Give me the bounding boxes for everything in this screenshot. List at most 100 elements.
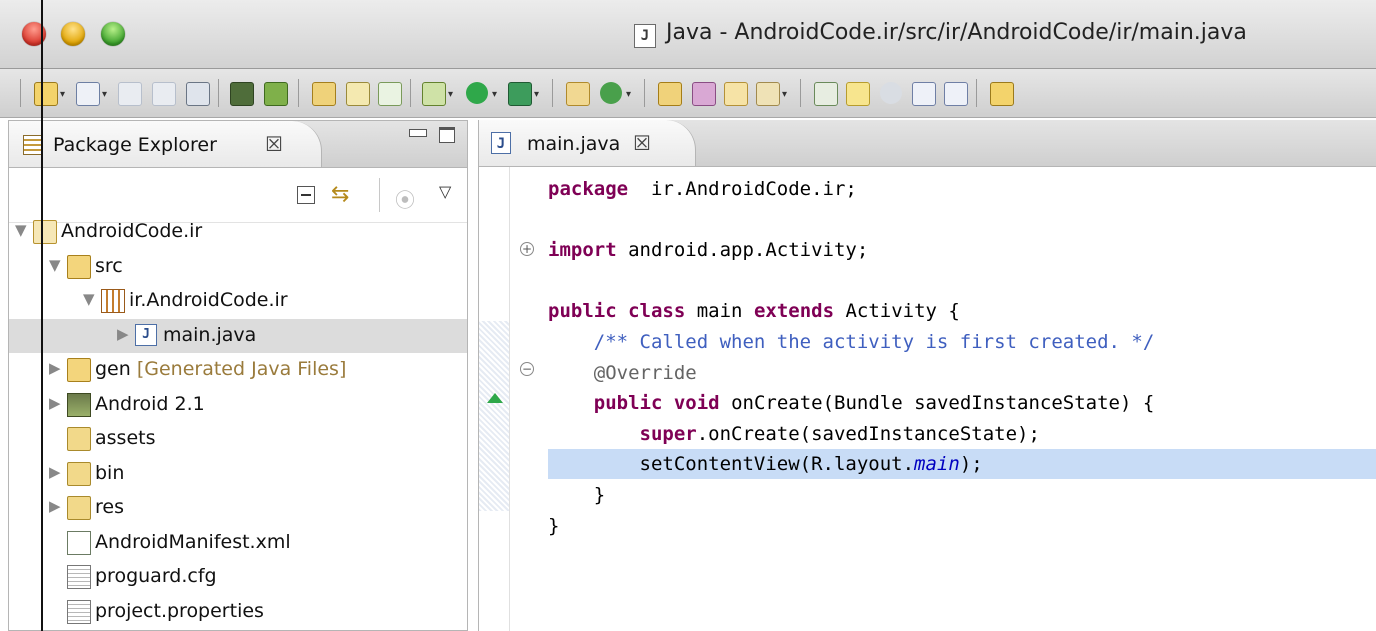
minimize-view-icon[interactable] (409, 129, 427, 137)
open-perspective-icon[interactable] (756, 82, 780, 106)
collapsed-twisty-icon[interactable]: ▶ (117, 325, 129, 343)
toolbar-separator (298, 79, 299, 107)
xml-file-icon (67, 530, 91, 555)
method-range-indicator (479, 321, 509, 511)
view-menu-icon[interactable]: ▽ (439, 182, 451, 201)
show-source-icon[interactable] (912, 82, 936, 106)
code-token: main (914, 453, 960, 476)
link-with-editor-icon[interactable]: ⇆ (331, 182, 349, 207)
toolbar-separator (644, 79, 645, 107)
maximize-view-icon[interactable] (439, 127, 455, 143)
open-type-icon[interactable] (658, 82, 682, 106)
expanded-twisty-icon[interactable]: ▼ (15, 221, 27, 239)
chevron-down-icon[interactable]: ▾ (626, 89, 631, 100)
project-icon (33, 220, 57, 244)
debug-icon[interactable] (422, 82, 446, 106)
tree-item[interactable]: ▼ src (9, 250, 467, 284)
tab-label: main.java (527, 133, 621, 155)
new-java-class-icon[interactable] (600, 82, 622, 104)
new-android-project-icon[interactable] (76, 82, 100, 106)
code-token: class (628, 300, 686, 323)
collapsed-twisty-icon[interactable]: ▶ (49, 463, 61, 481)
close-icon[interactable]: ☒ (265, 132, 283, 156)
code-line: import android.app.Activity; (548, 235, 868, 265)
chevron-down-icon[interactable]: ▾ (534, 89, 539, 100)
new-icon[interactable] (34, 82, 58, 106)
collapse-fold-icon[interactable]: − (520, 362, 534, 376)
library-icon (67, 392, 91, 417)
android-avd-manager-icon[interactable] (264, 82, 288, 106)
override-marker-icon[interactable] (487, 393, 503, 403)
tree-item[interactable]: proguard.cfg (9, 560, 467, 594)
show-whitespace-icon[interactable] (944, 82, 968, 106)
toolbar-separator (410, 79, 411, 107)
close-icon[interactable]: ☒ (633, 131, 651, 155)
new-class-icon[interactable] (378, 82, 402, 106)
tree-item[interactable]: ▶ Android 2.1 (9, 388, 467, 422)
code-line: /** Called when the activity is first cr… (548, 327, 1155, 357)
chevron-down-icon[interactable]: ▾ (102, 89, 107, 100)
chevron-down-icon[interactable]: ▾ (60, 89, 65, 100)
chevron-down-icon[interactable]: ▾ (492, 89, 497, 100)
expanded-twisty-icon[interactable]: ▼ (83, 290, 95, 308)
folder-icon (67, 461, 91, 486)
zoom-window-button[interactable] (101, 22, 125, 46)
new-package-icon[interactable] (566, 82, 590, 106)
collapsed-twisty-icon[interactable]: ▶ (49, 497, 61, 515)
save-icon[interactable] (118, 82, 142, 106)
tree-item-label: bin (95, 461, 125, 484)
run-icon[interactable] (466, 82, 488, 104)
focus-on-task-icon[interactable]: ⦿ (395, 184, 415, 213)
code-token: public (548, 300, 617, 323)
chevron-down-icon[interactable]: ▾ (782, 89, 787, 100)
toggle-breadcrumb-icon[interactable] (814, 82, 838, 106)
tree-item[interactable]: ▼ AndroidCode.ir (9, 215, 467, 249)
tree-item[interactable]: AndroidManifest.xml (9, 526, 467, 560)
tree-item[interactable]: ▶ bin (9, 457, 467, 491)
collapsed-twisty-icon[interactable]: ▶ (49, 359, 61, 377)
java-file-icon: J (135, 323, 157, 346)
next-annotation-icon[interactable] (990, 82, 1014, 106)
code-token: ); (959, 453, 983, 476)
expanded-twisty-icon[interactable]: ▼ (49, 256, 61, 274)
save-all-icon[interactable] (152, 82, 176, 106)
code-line: public void onCreate(Bundle savedInstanc… (548, 388, 1155, 418)
external-tools-icon[interactable] (508, 82, 532, 106)
block-selection-icon[interactable] (880, 82, 902, 104)
open-task-icon[interactable] (692, 82, 716, 106)
tab-label: Package Explorer (53, 134, 217, 156)
code-line: super.onCreate(savedInstanceState); (548, 419, 1040, 449)
tree-item[interactable]: project.properties (9, 595, 467, 629)
tree-item[interactable]: ▶ Jmain.java (9, 318, 467, 353)
code-token: package (548, 178, 629, 200)
code-token: public (593, 392, 663, 415)
toggle-mark-occurrences-icon[interactable] (846, 82, 870, 106)
new-junit-icon[interactable] (346, 82, 370, 106)
tree-item[interactable]: assets (9, 422, 467, 456)
tab-package-explorer[interactable]: Package Explorer ☒ (9, 121, 322, 167)
new-java-project-icon[interactable] (312, 82, 336, 106)
toolbar-separator (976, 79, 977, 107)
tree-item[interactable]: ▶ res (9, 491, 467, 525)
chevron-down-icon[interactable]: ▾ (448, 89, 453, 100)
code-token: } (548, 484, 606, 506)
code-token: } (548, 514, 560, 537)
collapse-all-icon[interactable] (297, 186, 315, 204)
code-token: void (673, 392, 720, 415)
java-file-icon: J (634, 24, 656, 48)
code-line: @Override (548, 358, 697, 388)
collapsed-twisty-icon[interactable]: ▶ (49, 394, 61, 412)
folder-icon (67, 427, 91, 451)
tab-main-java[interactable]: J main.java ☒ (479, 120, 696, 166)
tree-item[interactable]: ▶ gen [Generated Java Files] (9, 353, 467, 387)
android-sdk-manager-icon[interactable] (230, 82, 254, 106)
print-icon[interactable] (186, 82, 210, 106)
expand-fold-icon[interactable]: + (520, 242, 534, 256)
search-icon[interactable] (724, 82, 748, 106)
code-token: onCreate(Bundle savedInstanceState) { (719, 392, 1155, 415)
minimize-window-button[interactable] (61, 22, 85, 46)
code-line: package ir.AndroidCode.ir; (548, 174, 857, 204)
code-token: main (685, 300, 754, 323)
tree-item[interactable]: ▼ ir.AndroidCode.ir (9, 284, 467, 318)
